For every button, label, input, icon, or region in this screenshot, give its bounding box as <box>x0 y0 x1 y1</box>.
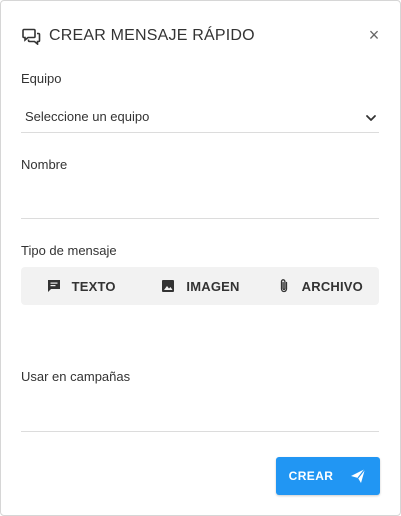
chevron-down-icon <box>365 111 377 123</box>
dialog-title: CREAR MENSAJE RÁPIDO <box>49 27 255 44</box>
name-label: Nombre <box>21 157 68 172</box>
team-select[interactable]: Seleccione un equipo <box>21 101 379 133</box>
name-input[interactable] <box>21 187 379 219</box>
type-image-button[interactable]: IMAGEN <box>140 267 259 305</box>
paperclip-icon <box>276 278 292 294</box>
campaigns-label: Usar en campañas <box>21 369 131 384</box>
message-icon <box>46 278 62 294</box>
send-icon <box>349 467 367 485</box>
team-label: Equipo <box>21 71 62 86</box>
type-file-button[interactable]: ARCHIVO <box>260 267 379 305</box>
close-icon: × <box>368 24 380 45</box>
image-icon <box>160 278 176 294</box>
type-text-label: TEXTO <box>71 278 116 294</box>
quick-message-dialog: CREAR MENSAJE RÁPIDO × Equipo Seleccione… <box>0 0 401 516</box>
close-button[interactable]: × <box>366 25 382 45</box>
team-select-value: Seleccione un equipo <box>25 109 150 124</box>
dialog-header: CREAR MENSAJE RÁPIDO <box>21 25 384 47</box>
campaigns-select[interactable] <box>21 400 379 432</box>
create-button-label: CREAR <box>288 469 334 483</box>
message-type-label: Tipo de mensaje <box>21 243 117 258</box>
create-button[interactable]: CREAR <box>276 457 380 495</box>
type-text-button[interactable]: TEXTO <box>21 267 140 305</box>
type-file-label: ARCHIVO <box>301 278 363 294</box>
type-image-label: IMAGEN <box>186 278 240 294</box>
chat-bubbles-icon <box>21 26 41 46</box>
message-type-toggle: TEXTO IMAGEN ARCHIVO <box>21 267 379 305</box>
